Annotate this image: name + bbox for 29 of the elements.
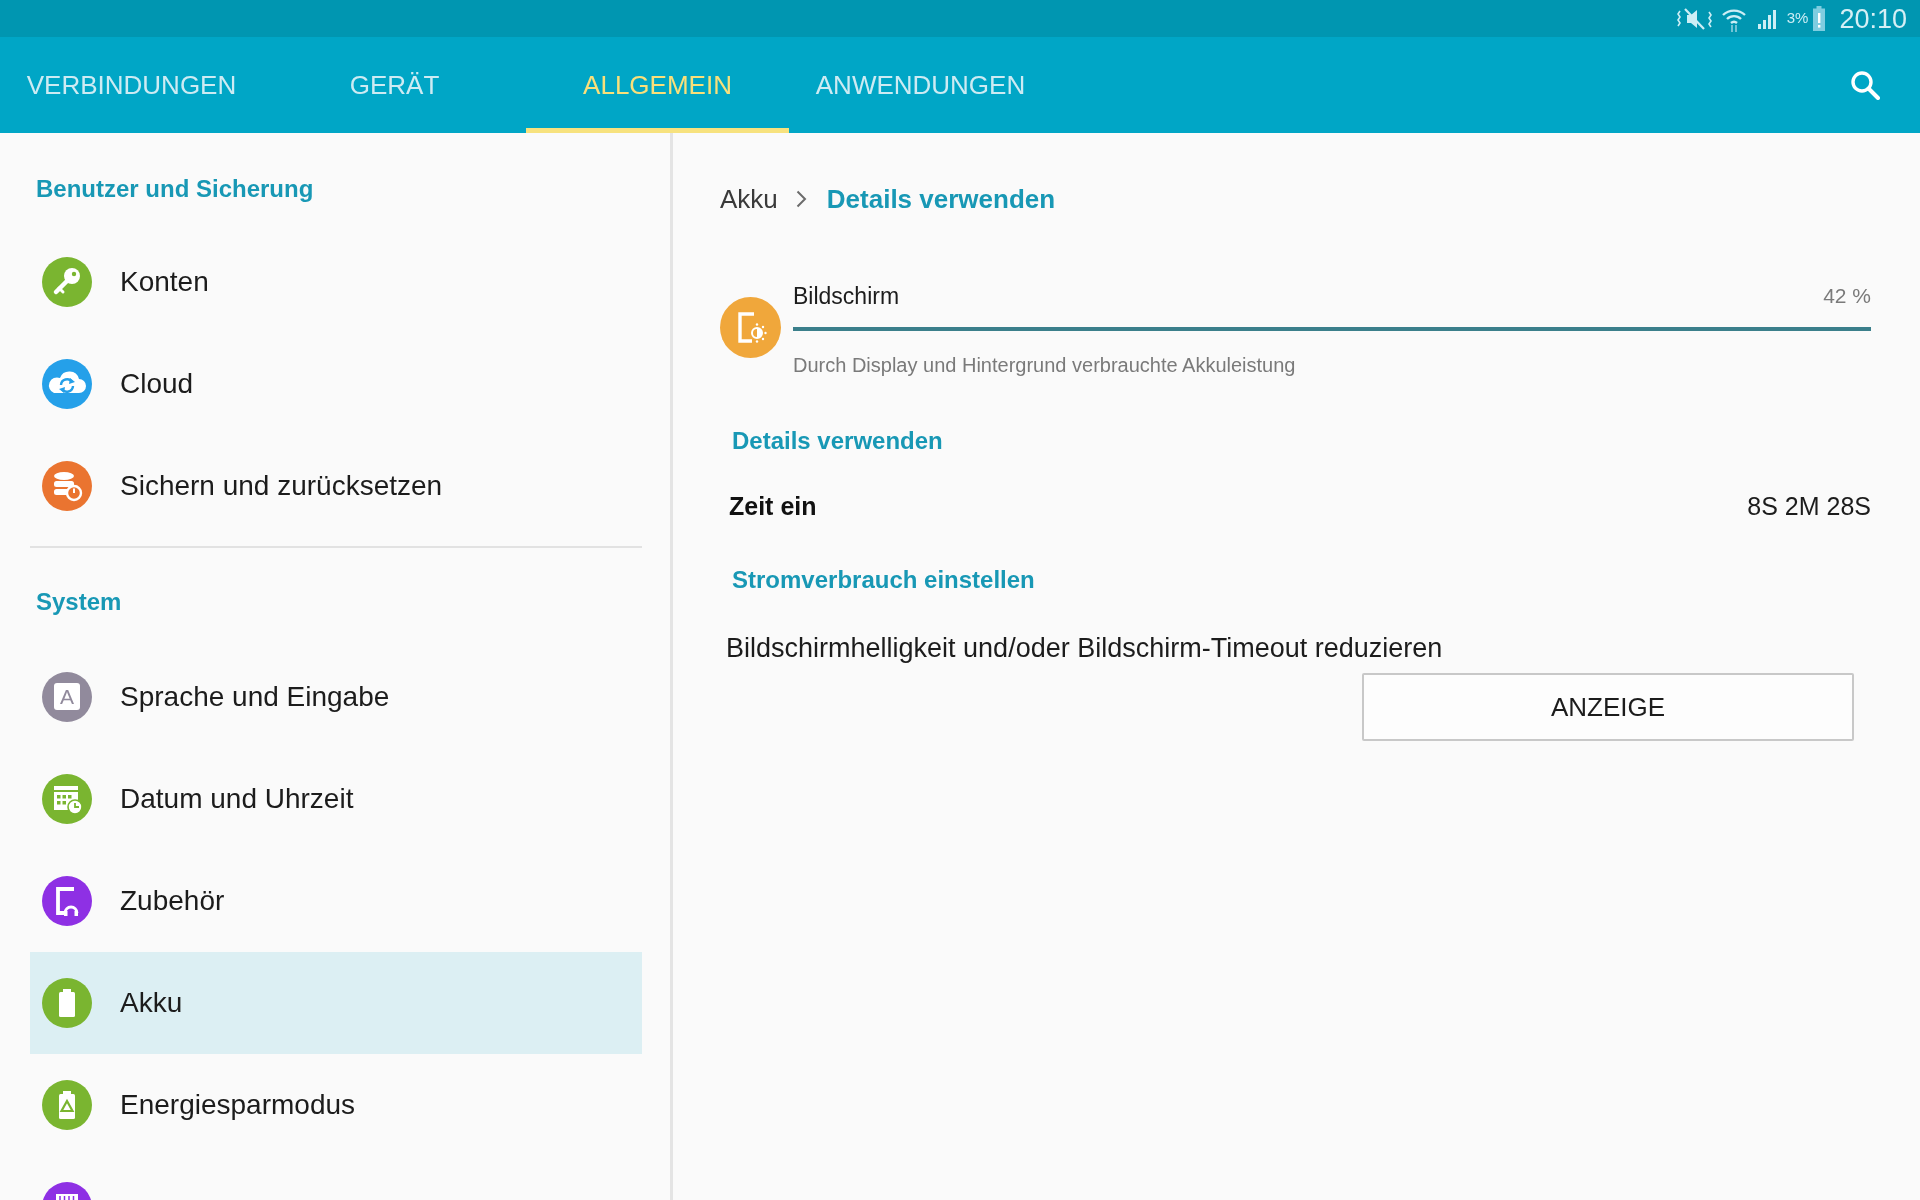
chevron-right-icon [795, 190, 807, 208]
sidebar-item[interactable]: Energiesparmodus [30, 1054, 642, 1156]
sidebar-item[interactable]: Akku [30, 952, 642, 1054]
sidebar-item[interactable]: Zubehör [30, 850, 642, 952]
usage-percent: 42 % [1823, 283, 1871, 310]
sidebar-item[interactable]: Sichern und zurücksetzen [30, 435, 642, 537]
section-header: System [36, 588, 122, 615]
stat-value: 8S 2M 28S [1747, 491, 1871, 523]
section-header: Stromverbrauch einstellen [732, 565, 1035, 595]
usage-name: Bildschirm [793, 281, 900, 311]
sidebar-item[interactable]: A Sprache und Eingabe [30, 646, 642, 748]
signal-icon [1756, 8, 1777, 29]
sidebar-item[interactable]: Konten [30, 231, 642, 333]
section-header: Details verwenden [732, 426, 943, 456]
stat-label: Zeit ein [729, 491, 817, 523]
search-icon [1850, 70, 1880, 100]
display-button[interactable]: ANZEIGE [1362, 673, 1854, 741]
usage-description: Durch Display und Hintergrund verbrauchte Akkuleistung [793, 353, 1297, 378]
breadcrumb-link[interactable]: Akku [720, 179, 778, 219]
tip-text: Bildschirmhelligkeit und/oder Bildschirm-Timeout reduzieren [726, 631, 1443, 665]
section-header: Benutzer und Sicherung [36, 175, 314, 202]
screen-brightness-icon [720, 297, 781, 358]
letter-tile-icon: A [42, 672, 92, 722]
sidebar-item[interactable]: Cloud [30, 333, 642, 435]
battery-alert-icon [1813, 6, 1826, 31]
battery-percent: 3% [1786, 8, 1809, 29]
sidebar-item[interactable]: Datum und Uhrzeit [30, 748, 642, 850]
clock-time: 20:10 [1839, 3, 1907, 34]
breadcrumb-current: Details verwenden [826, 182, 1056, 216]
